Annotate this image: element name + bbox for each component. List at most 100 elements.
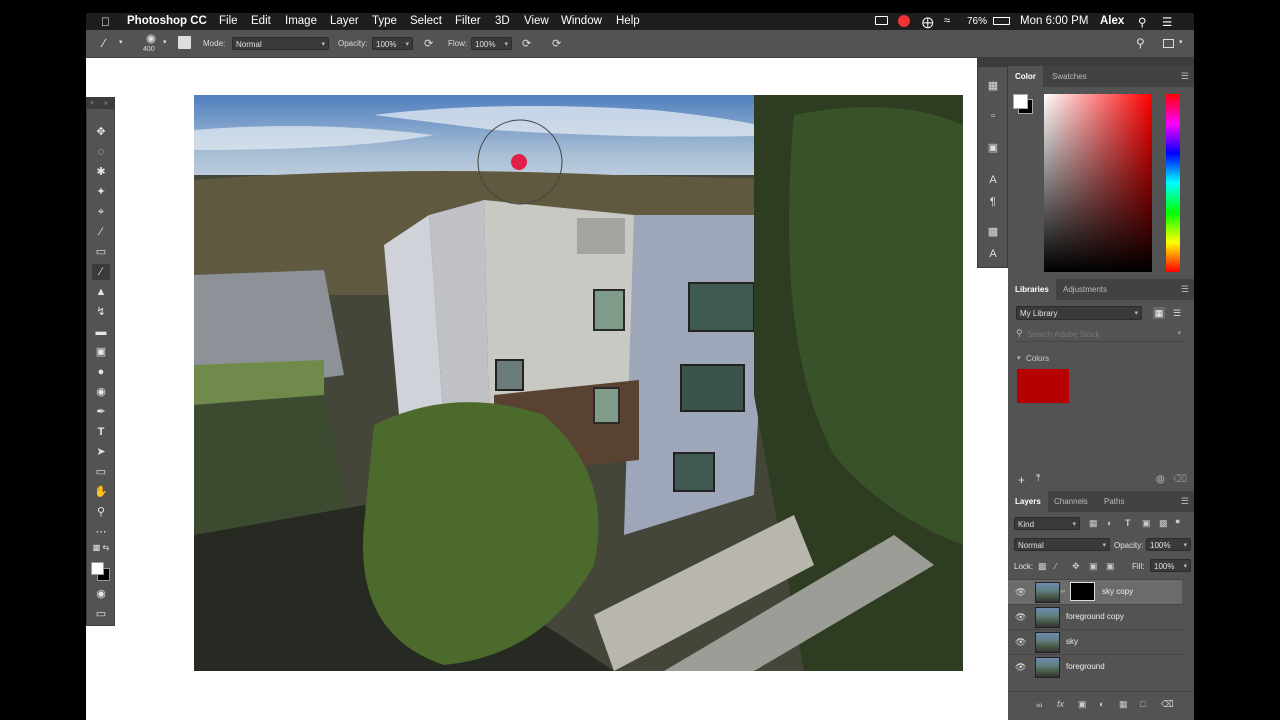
creative-cloud-icon[interactable] — [898, 15, 910, 27]
pressure-size-icon[interactable]: ⟳ — [552, 37, 561, 50]
filter-adjustment-icon[interactable]: ◐ — [1107, 518, 1112, 528]
wifi-icon[interactable]: ≈ — [944, 15, 950, 27]
lock-transparency-icon[interactable]: ▩ — [1038, 561, 1047, 572]
delete-layer-icon[interactable]: ⌫ — [1161, 699, 1174, 710]
libraries-panel-menu-icon[interactable]: ☰ — [1181, 284, 1189, 295]
menu-3d[interactable]: 3D — [495, 15, 510, 27]
layer-mask-thumbnail[interactable] — [1070, 582, 1095, 601]
eraser-tool-icon[interactable]: ▬ — [92, 324, 110, 340]
zoom-tool-icon[interactable]: ⚲ — [92, 504, 110, 520]
menu-layer[interactable]: Layer — [330, 15, 359, 27]
search-dropdown-icon[interactable]: ▾ — [1177, 329, 1181, 337]
lock-artboard-icon[interactable]: ▣ — [1089, 561, 1098, 572]
delete-icon[interactable]: ⌫ — [1173, 474, 1187, 485]
lock-position-icon[interactable]: ✥ — [1072, 561, 1080, 572]
history-brush-tool-icon[interactable]: ↯ — [92, 304, 110, 320]
tab-color[interactable]: Color — [1008, 66, 1043, 87]
clone-source-icon[interactable]: ▣ — [986, 141, 1000, 155]
add-mask-icon[interactable]: ▣ — [1078, 699, 1087, 710]
tab-libraries[interactable]: Libraries — [1008, 279, 1056, 300]
layer-style-icon[interactable]: fx — [1057, 699, 1064, 709]
workspace-icon[interactable] — [1163, 39, 1174, 48]
user-menu[interactable]: Alex — [1100, 15, 1124, 27]
rectangle-tool-icon[interactable]: ▭ — [92, 464, 110, 480]
lasso-tool-icon[interactable]: ✱ — [92, 164, 110, 180]
app-menu[interactable]: Photoshop CC — [127, 15, 207, 27]
adjustment-layer-icon[interactable]: ◐ — [1099, 699, 1104, 709]
color-field[interactable] — [1044, 94, 1152, 272]
edit-toolbar-icon[interactable]: ⋯ — [92, 524, 110, 540]
layer-row-sky-copy[interactable]: 👁 ∞ sky copy — [1008, 579, 1182, 604]
brush-picker-dropdown-icon[interactable]: ▾ — [163, 38, 167, 46]
filter-smart-object-icon[interactable]: ▩ — [1159, 518, 1168, 529]
filter-type-icon[interactable]: T — [1125, 518, 1131, 528]
dodge-tool-icon[interactable]: ◉ — [92, 384, 110, 400]
gradient-tool-icon[interactable]: ▣ — [92, 344, 110, 360]
menu-filter[interactable]: Filter — [455, 15, 481, 27]
colors-collapse-icon[interactable]: ▾ — [1017, 354, 1021, 362]
brush-tool-preset-icon[interactable]: ∕ — [103, 36, 105, 50]
magic-wand-tool-icon[interactable]: ✦ — [92, 184, 110, 200]
layers-panel-menu-icon[interactable]: ☰ — [1181, 496, 1189, 507]
glyphs-panel-icon[interactable]: ▩ — [986, 225, 1000, 239]
menu-file[interactable]: File — [219, 15, 238, 27]
document-canvas[interactable] — [194, 95, 963, 671]
stock-search-field[interactable]: ⚲ Search Adobe Stock ▾ — [1014, 327, 1184, 342]
menu-type[interactable]: Type — [372, 15, 397, 27]
tools-panel-header[interactable]: × » — [87, 98, 114, 109]
visibility-eye-icon[interactable]: 👁 — [1015, 612, 1026, 622]
path-selection-tool-icon[interactable]: ➤ — [92, 444, 110, 460]
filter-shape-icon[interactable]: ▣ — [1142, 518, 1151, 529]
screen-record-icon[interactable] — [875, 16, 888, 25]
new-group-icon[interactable]: ▦ — [1119, 699, 1128, 710]
menu-edit[interactable]: Edit — [251, 15, 271, 27]
hand-tool-icon[interactable]: ✋ — [92, 484, 110, 500]
tab-channels[interactable]: Channels — [1047, 491, 1095, 512]
pressure-opacity-icon[interactable]: ⟳ — [424, 37, 433, 50]
notification-center-icon[interactable]: ☰ — [1162, 15, 1172, 29]
default-colors-icon[interactable]: ▩ ⇆ — [92, 540, 110, 556]
add-element-icon[interactable]: + — [1018, 473, 1025, 487]
tab-layers[interactable]: Layers — [1008, 491, 1048, 512]
elliptical-marquee-tool-icon[interactable]: ◌ — [92, 144, 110, 160]
opacity-field[interactable]: 100% ▾ — [372, 37, 413, 50]
new-layer-icon[interactable]: □ — [1140, 699, 1145, 709]
healing-brush-tool-icon[interactable]: ▭ — [92, 244, 110, 260]
blend-mode-select[interactable]: Normal ▾ — [1014, 538, 1110, 551]
visibility-eye-icon[interactable]: 👁 — [1015, 587, 1026, 597]
lock-all-icon[interactable]: ▣ — [1106, 561, 1115, 572]
fill-field[interactable]: 100% ▾ — [1150, 559, 1191, 572]
filter-pixel-icon[interactable]: ▦ — [1089, 518, 1098, 529]
clone-stamp-tool-icon[interactable]: ▲ — [92, 284, 110, 300]
list-view-icon[interactable]: ☰ — [1171, 307, 1183, 319]
brush-tool-icon[interactable]: ∕ — [92, 264, 110, 280]
foreground-color-chip[interactable] — [1013, 94, 1028, 109]
airbrush-icon[interactable]: ⟳ — [522, 37, 531, 50]
eyedropper-tool-icon[interactable]: ∕ — [92, 224, 110, 240]
brush-preview-icon[interactable] — [146, 34, 156, 44]
tab-swatches[interactable]: Swatches — [1045, 66, 1094, 87]
layer-opacity-field[interactable]: 100% ▾ — [1146, 538, 1191, 551]
clock[interactable]: Mon 6:00 PM — [1020, 15, 1088, 27]
paragraph-panel-icon[interactable]: ¶ — [986, 195, 1000, 209]
layer-row-sky[interactable]: 👁 sky — [1008, 629, 1182, 654]
filter-toggle-icon[interactable]: ● — [1175, 516, 1180, 526]
crop-tool-icon[interactable]: ⌖ — [92, 204, 110, 220]
layer-row-foreground[interactable]: 👁 foreground — [1008, 654, 1182, 679]
grid-view-icon[interactable]: ▦ — [1153, 307, 1165, 319]
search-icon[interactable]: ⚲ — [1136, 36, 1145, 50]
spotlight-search-icon[interactable]: ⚲ — [1138, 15, 1146, 29]
link-layers-icon[interactable]: ∞ — [1036, 700, 1042, 710]
color-panel-grip[interactable] — [1008, 58, 1194, 66]
type-tool-icon[interactable]: T — [92, 424, 110, 440]
tab-adjustments[interactable]: Adjustments — [1056, 279, 1114, 300]
layer-row-foreground-copy[interactable]: 👁 foreground copy — [1008, 604, 1182, 629]
color-panel-menu-icon[interactable]: ☰ — [1181, 71, 1189, 82]
strip-header[interactable] — [978, 59, 1007, 67]
preset-dropdown-icon[interactable]: ▾ — [119, 38, 123, 46]
apple-icon[interactable]:  — [101, 15, 110, 29]
visibility-eye-icon[interactable]: 👁 — [1015, 662, 1026, 672]
history-panel-icon[interactable]: ▦ — [986, 79, 1000, 93]
menu-select[interactable]: Select — [410, 15, 442, 27]
filter-kind-select[interactable]: Kind ▾ — [1014, 517, 1080, 530]
